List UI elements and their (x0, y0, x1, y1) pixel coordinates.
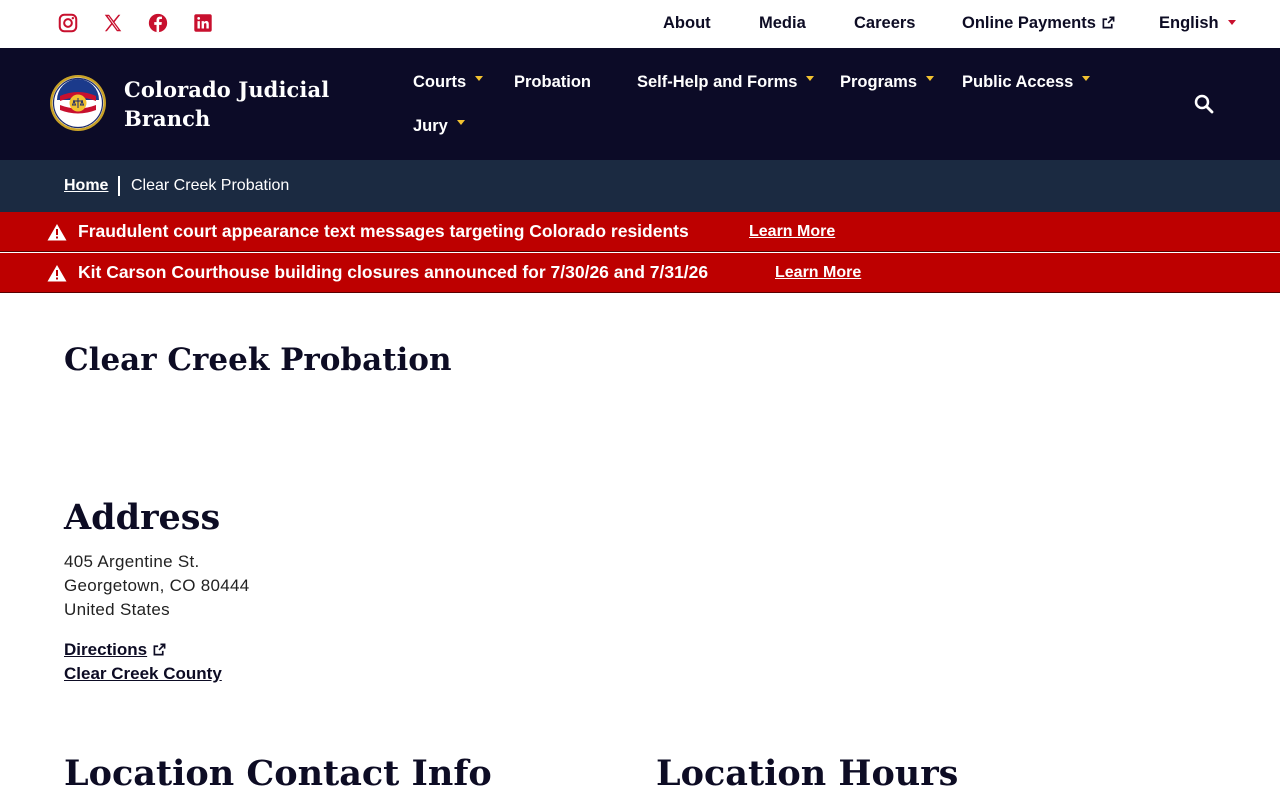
nav-self-help-label: Self-Help and Forms (637, 73, 798, 91)
instagram-link[interactable] (57, 12, 79, 34)
nav-courts[interactable]: Courts (413, 73, 484, 92)
chevron-down-icon (806, 76, 815, 81)
social-links (57, 12, 237, 34)
chevron-down-icon (926, 76, 935, 81)
external-link-icon (153, 643, 166, 656)
alert-banner: Fraudulent court appearance text message… (0, 212, 1280, 252)
x-link[interactable] (102, 12, 124, 34)
warning-icon (47, 224, 67, 241)
alert-text: Kit Carson Courthouse building closures … (78, 262, 709, 282)
breadcrumb: Home Clear Creek Probation (0, 160, 1280, 212)
site-name-line1: Colorado Judicial (124, 77, 330, 102)
address-line: Georgetown, CO 80444 (64, 576, 250, 595)
nav-programs[interactable]: Programs (840, 73, 935, 92)
warning-icon (47, 265, 67, 282)
online-payments-link[interactable]: Online Payments (962, 14, 1115, 33)
facebook-link[interactable] (147, 12, 169, 34)
external-link-icon (1102, 16, 1115, 29)
directions-label: Directions (64, 640, 148, 659)
page-title: Clear Creek Probation (64, 342, 452, 378)
nav-public-access[interactable]: Public Access (962, 73, 1091, 92)
chevron-down-icon (456, 120, 465, 125)
x-icon (104, 14, 122, 32)
breadcrumb-home-link[interactable]: Home (64, 177, 108, 195)
chevron-down-icon (1227, 20, 1236, 25)
language-select[interactable]: English (1159, 14, 1236, 33)
address-line: United States (64, 600, 170, 619)
breadcrumb-current: Clear Creek Probation (131, 177, 290, 194)
language-label: English (1159, 14, 1219, 32)
main-header: Colorado Judicial Branch Courts Probatio… (0, 48, 1280, 160)
county-link[interactable]: Clear Creek County (64, 664, 222, 684)
nav-courts-label: Courts (413, 73, 467, 91)
directions-link[interactable]: Directions (64, 640, 166, 660)
online-payments-label: Online Payments (962, 14, 1096, 32)
site-name-line2: Branch (124, 106, 211, 131)
utility-bar: About Media Careers Online Payments Engl… (0, 0, 1280, 48)
site-logo[interactable] (49, 74, 107, 132)
colorado-courts-seal-icon (50, 75, 106, 131)
nav-public-access-label: Public Access (962, 73, 1074, 91)
alert-learn-more-link[interactable]: Learn More (749, 223, 835, 241)
alert-banner: Kit Carson Courthouse building closures … (0, 253, 1280, 293)
linkedin-link[interactable] (192, 12, 214, 34)
chevron-down-icon (475, 76, 484, 81)
instagram-icon (58, 13, 78, 33)
facebook-icon (148, 13, 168, 33)
site-name[interactable]: Colorado Judicial Branch (124, 75, 329, 133)
search-icon (1194, 94, 1214, 114)
nav-jury-label: Jury (413, 117, 448, 135)
search-button[interactable] (1193, 93, 1215, 115)
careers-link[interactable]: Careers (854, 14, 915, 33)
nav-programs-label: Programs (840, 73, 918, 91)
media-link[interactable]: Media (759, 14, 806, 33)
nav-self-help[interactable]: Self-Help and Forms (637, 73, 815, 92)
alert-learn-more-link[interactable]: Learn More (775, 264, 861, 282)
address-heading: Address (64, 497, 221, 538)
nav-jury[interactable]: Jury (413, 117, 465, 136)
location-contact-heading: Location Contact Info (64, 753, 492, 794)
chevron-down-icon (1082, 76, 1091, 81)
breadcrumb-separator (118, 176, 120, 196)
nav-probation[interactable]: Probation (514, 73, 591, 92)
about-link[interactable]: About (663, 14, 711, 33)
address-line: 405 Argentine St. (64, 552, 200, 571)
location-hours-heading: Location Hours (656, 753, 959, 794)
linkedin-icon (194, 14, 212, 32)
alert-text: Fraudulent court appearance text message… (78, 221, 689, 241)
